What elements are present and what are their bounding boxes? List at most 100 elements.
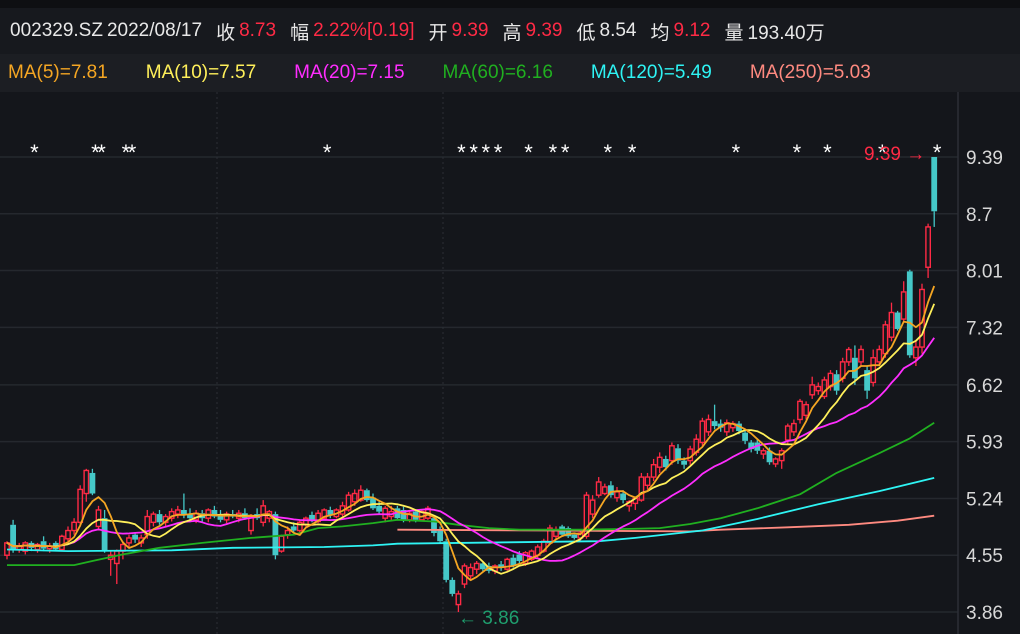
candle-body: [284, 529, 291, 536]
candle-body: [760, 450, 767, 455]
quote-header: 002329.SZ 2022/08/17 收 8.73 幅 2.22%[0.19…: [0, 8, 1020, 54]
candle-body: [101, 518, 108, 552]
candle-body: [845, 348, 852, 363]
candle-down: [132, 533, 138, 543]
candle-body: [126, 537, 132, 544]
candle-body: [797, 400, 803, 421]
candle-up: [870, 349, 877, 387]
candle-body: [913, 346, 919, 359]
star-marker: *: [494, 140, 503, 165]
candlestick-chart[interactable]: 9.398.78.017.326.625.935.244.553.86 * ** *…: [0, 0, 1020, 634]
candle-down: [449, 577, 456, 597]
legend-ma60: MA(60)=6.16: [442, 62, 553, 83]
star-marker: *: [628, 140, 637, 165]
y-tick-label: 9.39: [966, 148, 1003, 169]
legend-ma120: MA(120)=5.49: [590, 62, 712, 83]
min-price-value: 3.86: [482, 608, 519, 629]
candle-down: [711, 404, 718, 430]
star-marker: *: [561, 140, 570, 165]
candle-body: [278, 535, 285, 552]
candle-up: [791, 419, 797, 436]
star-marker: *: [482, 140, 491, 165]
legend-ma10: MA(10)=7.57: [145, 62, 257, 83]
y-tick-label: 5.24: [966, 489, 1003, 510]
legend-ma20: MA(20)=7.15: [294, 62, 405, 83]
top-strip: [0, 0, 1020, 8]
candle-body: [699, 420, 706, 444]
candle-body: [601, 486, 608, 495]
candle-up: [900, 281, 907, 323]
candle-body: [589, 499, 596, 515]
ma-line-ma5: [6, 285, 936, 582]
candle-down: [254, 508, 260, 520]
candle-up: [59, 534, 65, 552]
candle-body: [59, 535, 65, 551]
candle-body: [571, 534, 578, 538]
volume-label: 量: [724, 22, 744, 44]
candle-up: [296, 519, 303, 534]
candle-body: [669, 445, 675, 462]
candle-body: [40, 541, 47, 549]
candle-body: [888, 311, 895, 338]
candle-up: [174, 505, 181, 519]
candle-body: [83, 469, 90, 495]
candle-down: [498, 560, 504, 571]
ma-lines: [6, 285, 936, 582]
candle-up: [16, 542, 23, 553]
candle-body: [290, 526, 297, 531]
legend-ma5: MA(5)=7.81: [8, 62, 108, 83]
candle-body: [705, 418, 712, 433]
candle-up: [650, 458, 657, 482]
candle-up: [614, 486, 620, 502]
y-tick-label: 4.55: [966, 546, 1003, 567]
low-label: 低: [576, 22, 596, 44]
stock-code: 002329.SZ: [10, 20, 103, 41]
candle-up: [95, 505, 102, 531]
candle-body: [382, 507, 389, 519]
candle-down: [931, 157, 938, 227]
candle-body: [364, 490, 370, 501]
candle-up: [126, 534, 132, 547]
candle-up: [772, 457, 779, 468]
candle-body: [443, 541, 450, 580]
candle-up: [168, 508, 175, 522]
candle-body: [815, 385, 822, 392]
candle-body: [742, 432, 748, 441]
candle-body: [614, 491, 620, 499]
candle-body: [809, 384, 816, 396]
candle-down: [211, 505, 218, 519]
candle-up: [656, 452, 663, 473]
candle-up: [730, 421, 736, 432]
candle-body: [467, 566, 474, 577]
candle-body: [95, 509, 102, 528]
y-tick-label: 8.7: [966, 205, 992, 226]
candle-body: [181, 509, 187, 515]
candle-up: [504, 557, 511, 571]
candle-body: [852, 357, 858, 379]
candle-down: [364, 488, 370, 502]
y-tick-label: 8.01: [966, 262, 1003, 283]
candle-up: [705, 414, 712, 436]
candle-down: [894, 310, 901, 331]
y-tick-label: 5.93: [966, 433, 1003, 454]
candle-body: [376, 505, 382, 512]
candle-up: [638, 472, 645, 502]
candle-body: [681, 460, 687, 465]
candle-up: [467, 563, 474, 580]
candle-up: [34, 542, 41, 553]
candle-body: [449, 579, 456, 594]
max-price-value: 9.39: [864, 144, 901, 165]
candle-up: [595, 477, 602, 498]
candle-down: [864, 365, 870, 399]
avg-label: 均: [650, 22, 670, 44]
candle-body: [858, 348, 864, 363]
candle-up: [223, 511, 230, 524]
star-marker: *: [323, 140, 332, 165]
candle-body: [132, 534, 138, 540]
high-value: 9.39: [525, 20, 563, 41]
avg-value: 9.12: [673, 20, 711, 41]
candle-body: [882, 324, 889, 355]
candle-body: [876, 348, 883, 363]
candle-body: [900, 291, 907, 320]
candle-body: [504, 558, 511, 570]
